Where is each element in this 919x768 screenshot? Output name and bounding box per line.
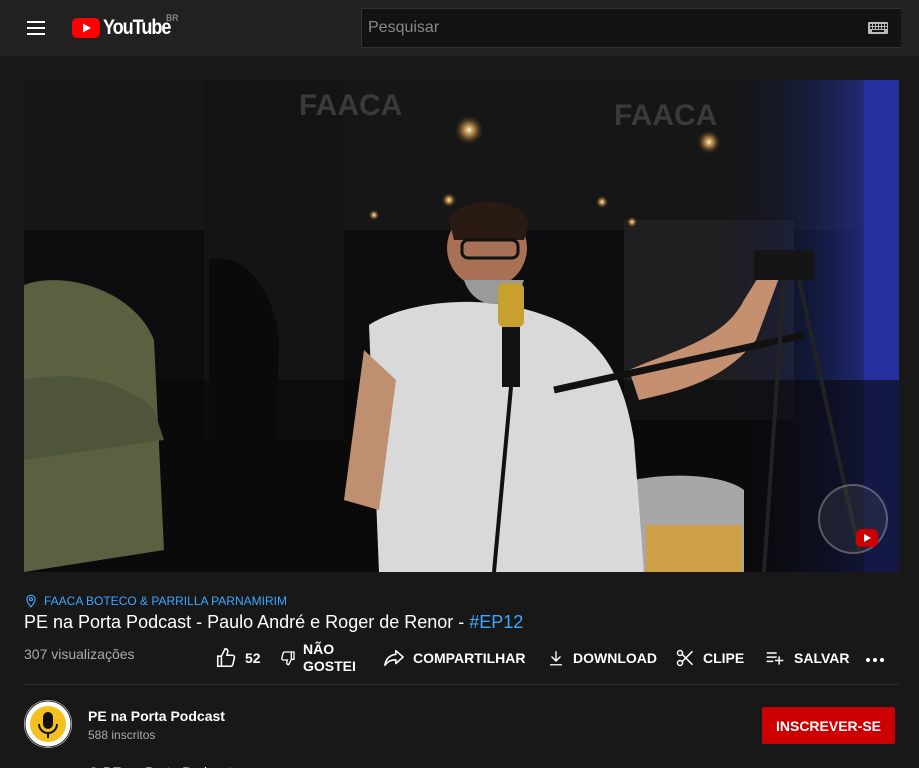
search-box <box>361 8 901 48</box>
view-count: 307 visualizações <box>24 646 135 662</box>
svg-text:FAACA: FAACA <box>299 89 402 122</box>
save-label: SALVAR <box>794 650 850 666</box>
video-player[interactable]: FAACA FAACA <box>24 80 899 572</box>
thumbs-down-icon <box>281 651 295 666</box>
svg-text:FAACA: FAACA <box>614 99 717 132</box>
youtube-logo[interactable]: YouTube <box>72 15 181 41</box>
download-icon <box>550 651 562 666</box>
like-count: 52 <box>245 650 261 666</box>
dislike-button[interactable]: NÃO GOSTEI <box>280 640 356 676</box>
channel-avatar[interactable] <box>24 700 72 748</box>
share-label: COMPARTILHAR <box>413 650 526 666</box>
dislike-label-line2: GOSTEI <box>303 658 356 674</box>
subscribe-button[interactable]: INSCREVER-SE <box>762 707 895 744</box>
playlist-add-icon <box>766 652 784 665</box>
location-text: FAACA BOTECO & PARRILLA PARNAMIRIM <box>44 594 287 608</box>
clip-button[interactable]: CLIPE <box>675 640 744 676</box>
like-button[interactable]: 52 <box>215 640 261 676</box>
clip-label: CLIPE <box>703 650 745 666</box>
share-arrow-icon <box>384 649 404 667</box>
masthead: YouTube BR <box>0 0 919 56</box>
dislike-label-line1: NÃO <box>303 641 335 657</box>
watermark-youtube-icon <box>856 529 878 547</box>
hashtag-link[interactable]: #EP12 <box>469 612 523 632</box>
youtube-play-logo-icon <box>72 18 100 38</box>
video-title-text: PE na Porta Podcast - Paulo André e Roge… <box>24 612 470 632</box>
keyboard-icon[interactable] <box>868 22 888 34</box>
scissors-icon <box>676 649 694 667</box>
podcast-mic-logo <box>24 700 72 748</box>
more-options-icon[interactable] <box>866 656 894 664</box>
youtube-logo-text: YouTube <box>103 16 171 39</box>
download-label: DOWNLOAD <box>573 650 657 666</box>
description-preview: O PE na Porta Podcast <box>88 762 899 768</box>
dislike-label: NÃO GOSTEI <box>303 641 356 675</box>
video-title: PE na Porta Podcast - Paulo André e Roge… <box>24 611 523 633</box>
thumbs-up-icon <box>216 648 236 668</box>
search-input[interactable] <box>362 9 852 47</box>
hamburger-menu-icon[interactable] <box>24 16 48 40</box>
country-code: BR <box>166 13 179 23</box>
subscriber-count: 588 inscritos <box>88 728 156 742</box>
video-frame: FAACA FAACA <box>24 80 899 572</box>
channel-name[interactable]: PE na Porta Podcast <box>88 708 225 724</box>
location-pin-icon <box>26 594 36 608</box>
save-button[interactable]: SALVAR <box>764 640 849 676</box>
location-link[interactable]: FAACA BOTECO & PARRILLA PARNAMIRIM <box>24 593 287 609</box>
download-button[interactable]: DOWNLOAD <box>547 640 657 676</box>
divider <box>24 684 899 685</box>
share-button[interactable]: COMPARTILHAR <box>383 640 526 676</box>
